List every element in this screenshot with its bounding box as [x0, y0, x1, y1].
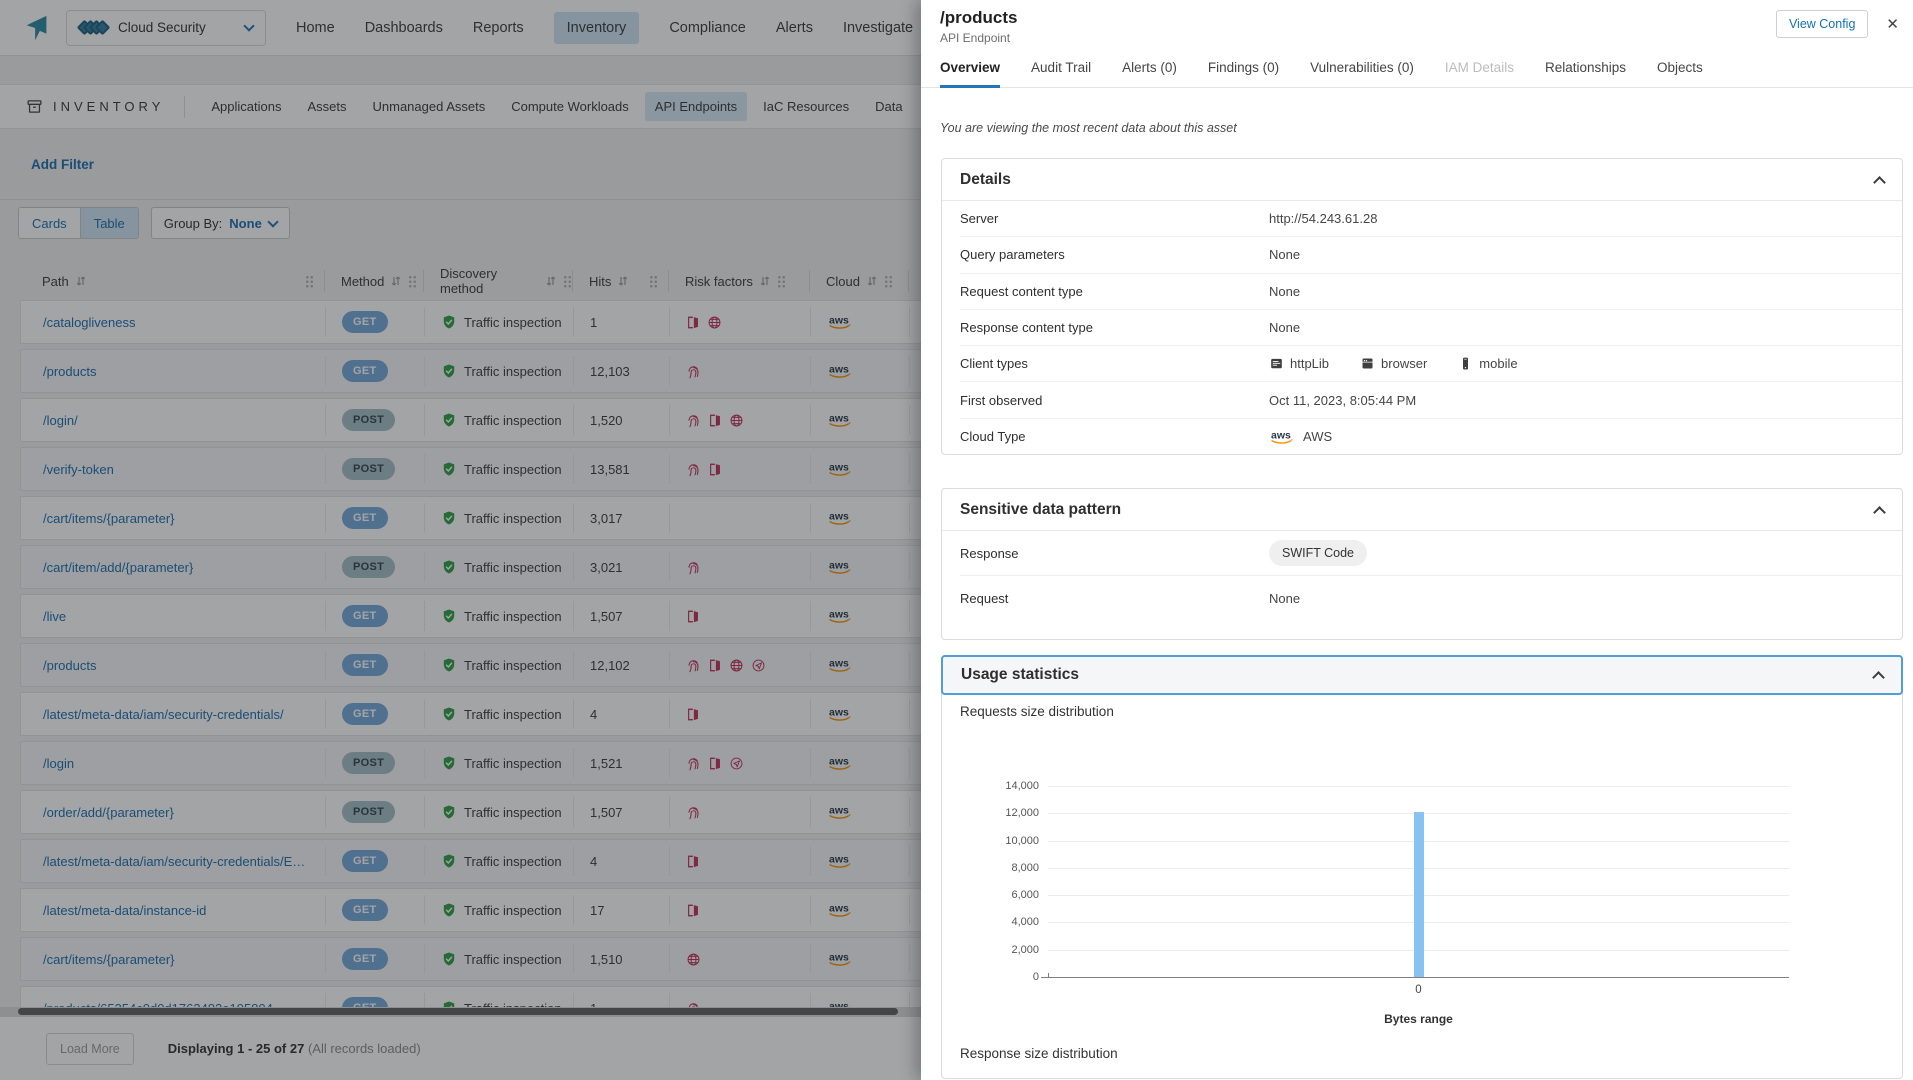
- panel-title: /products: [940, 8, 1017, 28]
- sensitive-label: Response: [960, 546, 1269, 561]
- client-type-label: mobile: [1479, 356, 1517, 371]
- details-card-header: Details: [942, 159, 1902, 201]
- tab-iam-details: IAM Details: [1445, 60, 1514, 88]
- chevron-up-icon[interactable]: [1873, 176, 1886, 189]
- browser-icon: [1360, 356, 1375, 371]
- detail-value-text: Oct 11, 2023, 8:05:44 PM: [1269, 393, 1416, 408]
- client-type-label: browser: [1381, 356, 1427, 371]
- sensitive-label: Request: [960, 591, 1269, 606]
- chevron-up-icon[interactable]: [1873, 506, 1886, 519]
- detail-value: None: [1269, 284, 1300, 299]
- detail-value: None: [1269, 320, 1300, 335]
- client-type-mobile: mobile: [1458, 356, 1517, 371]
- client-type-browser: browser: [1360, 356, 1427, 371]
- detail-label: Response content type: [960, 320, 1269, 335]
- detail-value-text: AWS: [1303, 429, 1332, 444]
- tab-objects[interactable]: Objects: [1657, 60, 1703, 88]
- detail-value-text: http://54.243.61.28: [1269, 211, 1377, 226]
- detail-value: Oct 11, 2023, 8:05:44 PM: [1269, 393, 1416, 408]
- detail-value: httpLib browser mobile: [1269, 356, 1542, 371]
- sensitive-row-response: ResponseSWIFT Code: [960, 531, 1902, 576]
- usage-card-header[interactable]: Usage statistics: [941, 655, 1903, 695]
- detail-row-query-parameters: Query parametersNone: [960, 237, 1902, 273]
- detail-value: aws AWS: [1269, 429, 1332, 445]
- detail-row-request-content-type: Request content typeNone: [960, 274, 1902, 310]
- sensitive-rows: ResponseSWIFT CodeRequestNone: [942, 531, 1902, 621]
- tab-relationships[interactable]: Relationships: [1545, 60, 1626, 88]
- details-card: Details Serverhttp://54.243.61.28Query p…: [941, 158, 1903, 455]
- httpLib-icon: [1269, 356, 1284, 371]
- sensitive-value: None: [1269, 591, 1300, 606]
- panel-subtitle: API Endpoint: [940, 31, 1010, 45]
- close-icon[interactable]: ✕: [1886, 17, 1899, 32]
- detail-row-client-types: Client types httpLib browser mobile: [960, 346, 1902, 382]
- view-config-button[interactable]: View Config: [1776, 10, 1868, 38]
- detail-label: Server: [960, 211, 1269, 226]
- asset-detail-panel: /products API Endpoint View Config ✕ Ove…: [921, 0, 1913, 1080]
- detail-value-text: None: [1269, 284, 1300, 299]
- detail-label: Request content type: [960, 284, 1269, 299]
- details-rows: Serverhttp://54.243.61.28Query parameter…: [942, 201, 1902, 455]
- svg-text:aws: aws: [1271, 429, 1291, 441]
- tab-alerts-0[interactable]: Alerts (0): [1122, 60, 1177, 88]
- tab-audit-trail[interactable]: Audit Trail: [1031, 60, 1091, 88]
- tab-findings-0[interactable]: Findings (0): [1208, 60, 1279, 88]
- detail-label: Cloud Type: [960, 429, 1269, 444]
- tab-vulnerabilities-0[interactable]: Vulnerabilities (0): [1310, 60, 1414, 88]
- detail-label: First observed: [960, 393, 1269, 408]
- panel-tabs: Overview Audit Trail Alerts (0) Findings (0…: [940, 48, 1913, 88]
- detail-value: None: [1269, 247, 1300, 262]
- client-type-httplib: httpLib: [1269, 356, 1329, 371]
- usage-title: Usage statistics: [961, 666, 1079, 684]
- panel-actions: View Config ✕: [1776, 10, 1899, 38]
- detail-label: Query parameters: [960, 247, 1269, 262]
- tab-overview[interactable]: Overview: [940, 60, 1000, 88]
- app: Cloud Security HomeDashboardsReportsInve…: [0, 0, 1913, 1080]
- details-title: Details: [960, 171, 1011, 189]
- client-type-label: httpLib: [1290, 356, 1329, 371]
- detail-value-text: None: [1269, 320, 1300, 335]
- sensitive-title: Sensitive data pattern: [960, 501, 1121, 519]
- detail-row-server: Serverhttp://54.243.61.28: [960, 201, 1902, 237]
- detail-value: http://54.243.61.28: [1269, 211, 1377, 226]
- detail-value-text: None: [1269, 247, 1300, 262]
- detail-row-cloud-type: Cloud Typeaws AWS: [960, 419, 1902, 455]
- chart-bar[interactable]: [1414, 812, 1424, 977]
- sensitive-pattern-badge: SWIFT Code: [1269, 540, 1367, 566]
- detail-label: Client types: [960, 356, 1269, 371]
- aws-logo-icon: aws: [1269, 429, 1296, 445]
- detail-row-first-observed: First observedOct 11, 2023, 8:05:44 PM: [960, 382, 1902, 418]
- sensitive-row-request: RequestNone: [960, 576, 1902, 621]
- mobile-icon: [1458, 356, 1473, 371]
- chevron-up-icon[interactable]: [1872, 671, 1885, 684]
- detail-row-response-content-type: Response content typeNone: [960, 310, 1902, 346]
- recency-notice: You are viewing the most recent data abo…: [940, 121, 1237, 135]
- sensitive-card-header: Sensitive data pattern: [942, 489, 1902, 531]
- sensitive-data-card: Sensitive data pattern ResponseSWIFT Cod…: [941, 488, 1903, 640]
